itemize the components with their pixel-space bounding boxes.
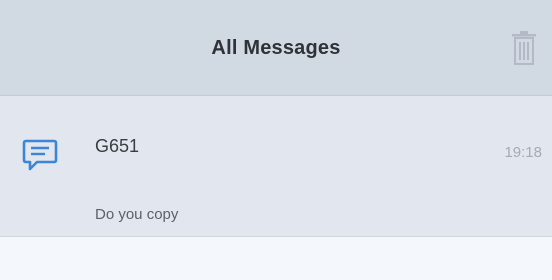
delete-all-button[interactable] xyxy=(508,28,540,68)
messages-header: All Messages xyxy=(0,0,552,96)
message-icon xyxy=(22,139,58,171)
empty-list-area xyxy=(0,237,552,280)
message-list-item[interactable]: G651 19:18 Do you copy xyxy=(0,96,552,237)
message-preview: Do you copy xyxy=(95,206,179,223)
trash-icon xyxy=(512,31,536,65)
message-sender: G651 xyxy=(95,136,140,156)
message-timestamp: 19:18 xyxy=(504,144,542,161)
page-title: All Messages xyxy=(211,37,341,59)
messages-panel: All Messages G651 19:18 Do you copy xyxy=(0,0,552,280)
